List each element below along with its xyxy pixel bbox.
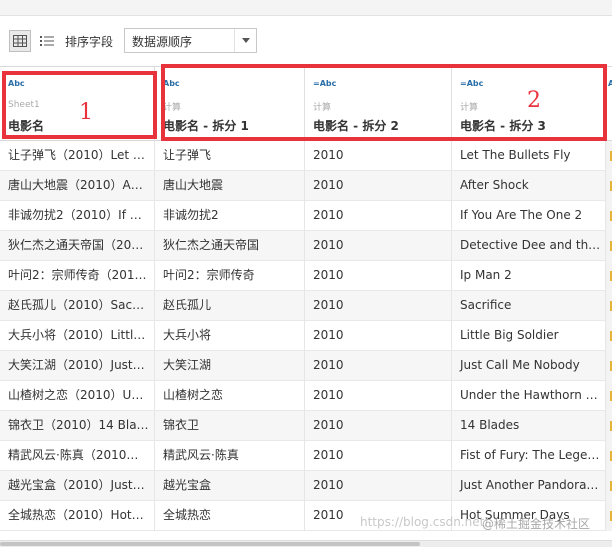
- table-cell[interactable]: 全城热恋（2010）Hot…: [0, 501, 155, 531]
- table-cell[interactable]: 2010: [305, 441, 452, 471]
- table-cell[interactable]: If You Are The One 2: [452, 201, 606, 231]
- grid-icon: [13, 35, 27, 47]
- table-row[interactable]: 越光宝盒（2010）Just… 越光宝盒 2010 Just Another Pand…: [0, 471, 612, 501]
- table-cell[interactable]: 2010: [305, 141, 452, 171]
- sort-field-select[interactable]: 数据源顺序: [124, 28, 257, 53]
- sort-field-value: 数据源顺序: [132, 35, 193, 49]
- table-cell[interactable]: 精武风云·陈真（2010…: [0, 441, 155, 471]
- table-cell[interactable]: 赵氏孤儿（2010）Sac…: [0, 291, 155, 321]
- table-cell[interactable]: 山楂树之恋: [155, 381, 305, 411]
- data-grid: Abc Sheet1 电影名 Abc 计算 电影名 - 拆分 1 =Abc 计算…: [0, 66, 612, 547]
- string-type-icon: Abc: [163, 79, 180, 88]
- annotation-label-1: 1: [79, 100, 93, 125]
- table-cell[interactable]: 2010: [305, 471, 452, 501]
- table-cell[interactable]: Ip Man 2: [452, 261, 606, 291]
- column-name: 电影名 - 拆分 3: [460, 119, 546, 133]
- table-row[interactable]: 精武风云·陈真（2010… 精武风云·陈真 2010 Fist of Fury: Th…: [0, 441, 612, 471]
- table-row[interactable]: 锦衣卫（2010）14 Bla… 锦衣卫 2010 14 Blades: [0, 411, 612, 441]
- table-cell[interactable]: 大笑江湖: [155, 351, 305, 381]
- table-row[interactable]: 赵氏孤儿（2010）Sac… 赵氏孤儿 2010 Sacrifice: [0, 291, 612, 321]
- table-cell[interactable]: Under the Hawthorn …: [452, 381, 606, 411]
- table-cell[interactable]: 2010: [305, 291, 452, 321]
- column-header-split-2[interactable]: =Abc 计算 电影名 - 拆分 2: [305, 67, 452, 141]
- table-row[interactable]: 狄仁杰之通天帝国（20… 狄仁杰之通天帝国 2010 Detective Dee an…: [0, 231, 612, 261]
- table-cell[interactable]: 山楂树之恋（2010）U…: [0, 381, 155, 411]
- column-name: 电影名: [8, 119, 45, 133]
- annotation-label-2: 2: [527, 88, 541, 113]
- table-cell[interactable]: 2010: [305, 411, 452, 441]
- table-row[interactable]: 唐山大地震（2010）A… 唐山大地震 2010 After Shock: [0, 171, 612, 201]
- column-source: 计算: [313, 103, 332, 113]
- horizontal-scrollbar[interactable]: [0, 540, 612, 547]
- table-cell[interactable]: 锦衣卫（2010）14 Bla…: [0, 411, 155, 441]
- table-row[interactable]: 大兵小将（2010）Littl… 大兵小将 2010 Little Big Soldi…: [0, 321, 612, 351]
- table-cell[interactable]: 赵氏孤儿: [155, 291, 305, 321]
- table-cell[interactable]: 狄仁杰之通天帝国（20…: [0, 231, 155, 261]
- table-cell[interactable]: 大兵小将（2010）Littl…: [0, 321, 155, 351]
- chevron-down-icon[interactable]: [234, 29, 256, 52]
- sort-field-label: 排序字段: [65, 35, 114, 49]
- table-cell[interactable]: 越光宝盒（2010）Just…: [0, 471, 155, 501]
- table-cell[interactable]: Let The Bullets Fly: [452, 141, 606, 171]
- table-cell[interactable]: Just Another Pandora…: [452, 471, 606, 501]
- table-cell[interactable]: 唐山大地震（2010）A…: [0, 171, 155, 201]
- table-cell[interactable]: 2010: [305, 381, 452, 411]
- table-row[interactable]: 大笑江湖（2010）Just… 大笑江湖 2010 Just Call Me Nobo…: [0, 351, 612, 381]
- table-cell[interactable]: 狄仁杰之通天帝国: [155, 231, 305, 261]
- table-cell[interactable]: 2010: [305, 231, 452, 261]
- table-cell[interactable]: 越光宝盒: [155, 471, 305, 501]
- grid-view-button[interactable]: [9, 30, 31, 52]
- table-cell[interactable]: 锦衣卫: [155, 411, 305, 441]
- toolbar: 排序字段 数据源顺序: [0, 16, 612, 66]
- column-header-next[interactable]: A: [606, 67, 612, 141]
- list-icon: [40, 36, 54, 46]
- table-row[interactable]: 叶问2：宗师传奇（201… 叶问2：宗师传奇 2010 Ip Man 2: [0, 261, 612, 291]
- calculated-string-type-icon: =Abc: [313, 79, 337, 88]
- column-source: 计算: [460, 103, 479, 113]
- calculated-string-type-icon: =Abc: [460, 79, 484, 88]
- table-cell[interactable]: After Shock: [452, 171, 606, 201]
- column-name: 电影名 - 拆分 2: [313, 119, 399, 133]
- table-cell[interactable]: 2010: [305, 351, 452, 381]
- table-cell[interactable]: Little Big Soldier: [452, 321, 606, 351]
- table-cell[interactable]: 14 Blades: [452, 411, 606, 441]
- table-cell[interactable]: 精武风云·陈真: [155, 441, 305, 471]
- table-cell[interactable]: 2010: [305, 201, 452, 231]
- table-cell[interactable]: 2010: [305, 321, 452, 351]
- list-view-button[interactable]: [36, 30, 58, 52]
- watermark-brand: @稀土掘金技术社区: [482, 517, 591, 531]
- table-cell[interactable]: 大笑江湖（2010）Just…: [0, 351, 155, 381]
- table-cell[interactable]: 让子弹飞（2010）Let …: [0, 141, 155, 171]
- column-header-split-1[interactable]: Abc 计算 电影名 - 拆分 1: [155, 67, 305, 141]
- column-name: 电影名 - 拆分 1: [163, 119, 249, 133]
- table-cell[interactable]: 唐山大地震: [155, 171, 305, 201]
- table-cell[interactable]: Fist of Fury: The Lege…: [452, 441, 606, 471]
- table-cell[interactable]: 非诚勿扰2（2010）If …: [0, 201, 155, 231]
- scrollbar-thumb[interactable]: [0, 542, 420, 546]
- table-cell[interactable]: Detective Dee and th…: [452, 231, 606, 261]
- table-cell[interactable]: Sacrifice: [452, 291, 606, 321]
- table-row[interactable]: 山楂树之恋（2010）U… 山楂树之恋 2010 Under the Hawthorn…: [0, 381, 612, 411]
- type-icon: A: [608, 79, 612, 88]
- column-source: 计算: [163, 103, 182, 113]
- column-header-movie-name[interactable]: Abc Sheet1 电影名: [0, 67, 155, 141]
- table-row[interactable]: 让子弹飞（2010）Let … 让子弹飞 2010 Let The Bullets F…: [0, 141, 612, 171]
- table-cell[interactable]: 叶问2：宗师传奇: [155, 261, 305, 291]
- table-cell[interactable]: 大兵小将: [155, 321, 305, 351]
- watermark-url: https://blog.csdn.net/: [360, 515, 489, 529]
- column-source: Sheet1: [8, 100, 40, 110]
- table-cell[interactable]: Just Call Me Nobody: [452, 351, 606, 381]
- table-cell[interactable]: 让子弹飞: [155, 141, 305, 171]
- table-cell[interactable]: 非诚勿扰2: [155, 201, 305, 231]
- table-cell[interactable]: 叶问2：宗师传奇（201…: [0, 261, 155, 291]
- table-cell[interactable]: 2010: [305, 261, 452, 291]
- table-cell[interactable]: 全城热恋: [155, 501, 305, 531]
- table-row[interactable]: 非诚勿扰2（2010）If … 非诚勿扰2 2010 If You Are The O…: [0, 201, 612, 231]
- string-type-icon: Abc: [8, 79, 25, 88]
- table-cell[interactable]: 2010: [305, 171, 452, 201]
- top-strip: [0, 0, 612, 16]
